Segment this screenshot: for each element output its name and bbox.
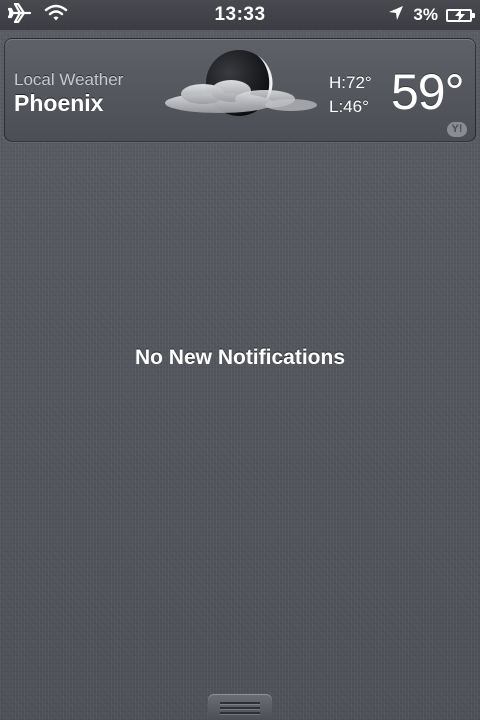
location-arrow-icon [387,4,405,27]
battery-percent: 3% [413,5,438,24]
yahoo-logo-icon[interactable]: Y! [447,122,467,137]
weather-widget[interactable]: Local Weather Phoenix H:72° L:46° 59° Y! [4,38,476,142]
weather-low: L:46° [329,97,369,116]
weather-temperature: 59° [391,64,465,120]
grip-line [220,712,260,714]
status-bar: 13:33 3% [0,0,480,30]
night-partly-cloudy-icon [161,47,321,128]
weather-city: Phoenix [14,90,104,116]
grip-line [220,702,260,704]
close-handle[interactable] [208,694,272,720]
weather-caption: Local Weather [14,70,124,89]
weather-high: H:72° [329,73,372,92]
no-notifications-message: No New Notifications [134,346,345,369]
status-right-group: 3% [387,3,475,27]
battery-charging-icon [446,8,475,22]
grip-line [220,707,260,709]
notification-center: 13:33 3% Local Weather Phoenix H:72° L:4… [0,0,480,720]
